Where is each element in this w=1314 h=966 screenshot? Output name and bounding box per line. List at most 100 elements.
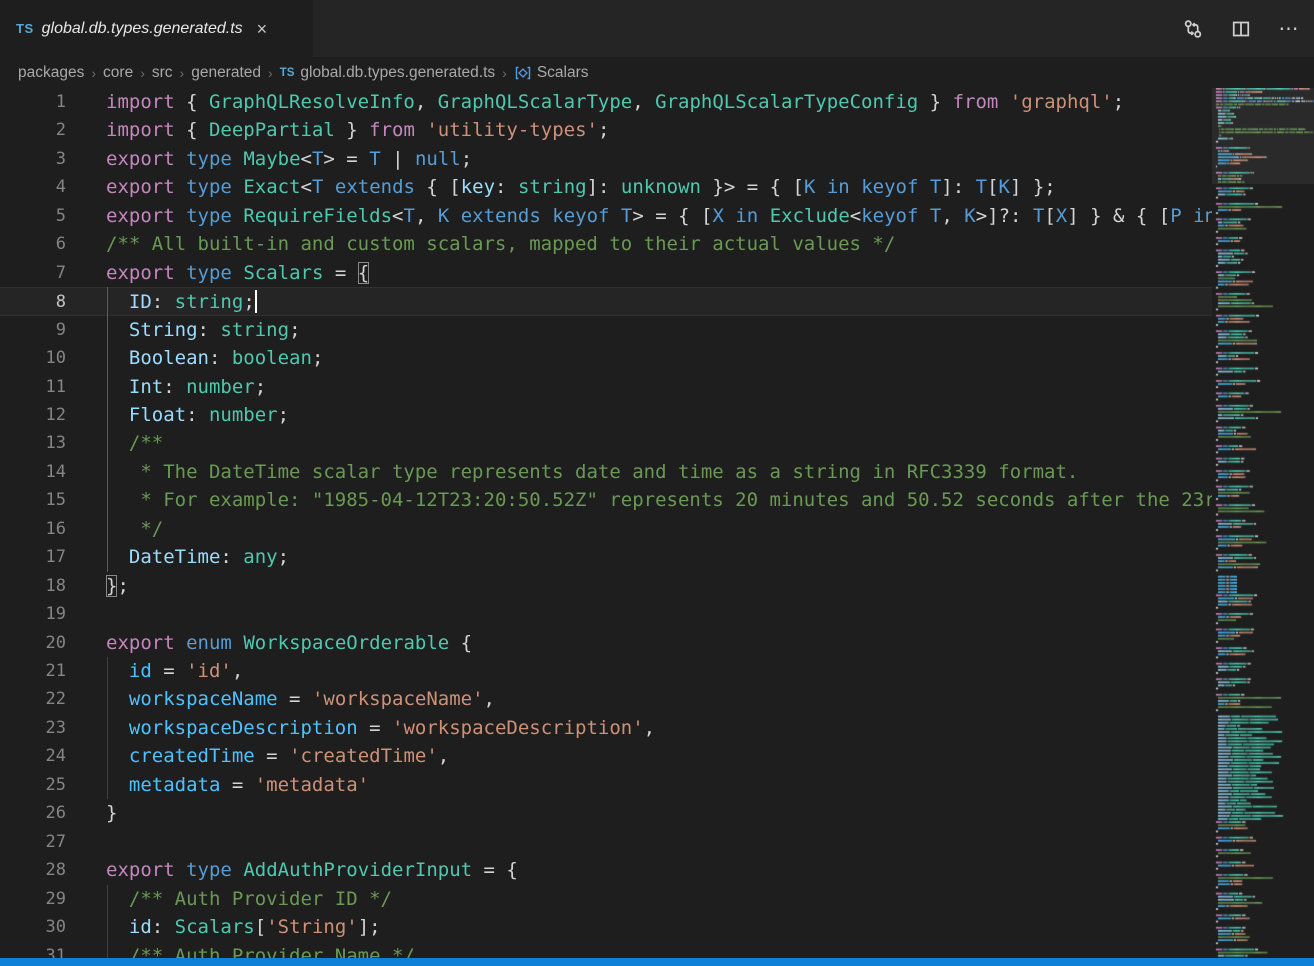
code-line-28[interactable]: 28export type AddAuthProviderInput = {	[0, 856, 1212, 884]
code-token	[323, 176, 334, 198]
breadcrumb-label: Scalars	[537, 64, 589, 82]
line-number[interactable]: 16	[0, 515, 66, 543]
code-token	[232, 632, 243, 654]
status-bar-strip	[0, 958, 1314, 966]
line-number[interactable]: 21	[0, 657, 66, 685]
line-number[interactable]: 25	[0, 771, 66, 799]
code-line-31[interactable]: 31 /** Auth Provider Name */	[0, 942, 1212, 959]
code-token: createdTime	[129, 745, 255, 767]
code-token	[106, 518, 129, 540]
code-line-3[interactable]: 3export type Maybe<T> = T | null;	[0, 145, 1212, 173]
line-number[interactable]: 18	[0, 572, 66, 600]
code-token: ;	[461, 148, 472, 170]
code-line-15[interactable]: 15 * For example: "1985-04-12T23:20:50.5…	[0, 486, 1212, 514]
code-line-25[interactable]: 25 metadata = 'metadata'	[0, 771, 1212, 799]
line-number[interactable]: 26	[0, 799, 66, 827]
code-line-14[interactable]: 14 * The DateTime scalar type represents…	[0, 458, 1212, 486]
open-changes-icon[interactable]	[1182, 18, 1204, 40]
line-number[interactable]: 29	[0, 885, 66, 913]
line-number[interactable]: 24	[0, 742, 66, 770]
line-number[interactable]: 22	[0, 685, 66, 713]
line-number[interactable]: 10	[0, 344, 66, 372]
code-line-7[interactable]: 7 export type Scalars = {	[0, 259, 1212, 287]
code-token: [	[987, 176, 998, 198]
code-editor[interactable]: 1import { GraphQLResolveInfo, GraphQLSca…	[0, 88, 1212, 958]
code-line-4[interactable]: 4export type Exact<T extends { [key: str…	[0, 173, 1212, 201]
line-number[interactable]: 6	[0, 230, 66, 258]
code-line-text: export enum WorkspaceOrderable {	[106, 629, 472, 657]
line-number[interactable]: 12	[0, 401, 66, 429]
line-number[interactable]: 8	[0, 288, 66, 316]
line-number[interactable]: 9	[0, 316, 66, 344]
line-number[interactable]: 28	[0, 856, 66, 884]
line-number[interactable]: 20	[0, 629, 66, 657]
tab-global-db-types-generated[interactable]: TS global.db.types.generated.ts ×	[0, 0, 313, 57]
more-actions-icon[interactable]: ⋯	[1278, 18, 1300, 40]
line-number[interactable]: 15	[0, 486, 66, 514]
code-token: GraphQLScalarTypeConfig	[655, 91, 918, 113]
line-number[interactable]: 23	[0, 714, 66, 742]
line-number[interactable]: 13	[0, 429, 66, 457]
code-line-26[interactable]: 26}	[0, 799, 1212, 827]
code-line-text: export type Scalars = {	[106, 259, 369, 287]
code-line-24[interactable]: 24 createdTime = 'createdTime',	[0, 742, 1212, 770]
line-number[interactable]: 31	[0, 942, 66, 959]
code-line-27[interactable]: 27	[0, 828, 1212, 856]
code-line-5[interactable]: 5export type RequireFields<T, K extends …	[0, 202, 1212, 230]
line-number[interactable]: 2	[0, 116, 66, 144]
line-number[interactable]: 30	[0, 913, 66, 941]
code-token: }	[106, 802, 117, 824]
close-icon[interactable]: ×	[257, 20, 268, 38]
code-line-9[interactable]: 9 String: string;	[0, 316, 1212, 344]
code-token: string	[518, 176, 587, 198]
code-token	[1182, 205, 1193, 227]
breadcrumb-item-src[interactable]: src	[152, 64, 173, 82]
code-line-16[interactable]: 16 */	[0, 515, 1212, 543]
line-number[interactable]: 1	[0, 88, 66, 116]
line-number[interactable]: 4	[0, 173, 66, 201]
code-line-2[interactable]: 2import { DeepPartial } from 'utility-ty…	[0, 116, 1212, 144]
code-line-17[interactable]: 17 DateTime: any;	[0, 543, 1212, 571]
breadcrumb-item-global-db-types-generated-ts[interactable]: TSglobal.db.types.generated.ts	[280, 64, 495, 82]
code-token: export	[106, 176, 175, 198]
line-number[interactable]: 3	[0, 145, 66, 173]
code-line-13[interactable]: 13 /**	[0, 429, 1212, 457]
breadcrumb-item-scalars[interactable]: Scalars	[514, 64, 589, 82]
code-line-19[interactable]: 19	[0, 600, 1212, 628]
code-line-21[interactable]: 21 id = 'id',	[0, 657, 1212, 685]
code-line-29[interactable]: 29 /** Auth Provider ID */	[0, 885, 1212, 913]
code-token: 'String'	[266, 916, 358, 938]
minimap[interactable]	[1212, 88, 1314, 958]
line-number[interactable]: 14	[0, 458, 66, 486]
code-line-23[interactable]: 23 workspaceDescription = 'workspaceDesc…	[0, 714, 1212, 742]
code-line-11[interactable]: 11 Int: number;	[0, 373, 1212, 401]
line-number[interactable]: 27	[0, 828, 66, 856]
line-number[interactable]: 11	[0, 373, 66, 401]
code-line-6[interactable]: 6/** All built-in and custom scalars, ma…	[0, 230, 1212, 258]
line-number[interactable]: 7	[0, 259, 66, 287]
code-line-20[interactable]: 20 export enum WorkspaceOrderable {	[0, 629, 1212, 657]
code-token: extends	[335, 176, 415, 198]
line-number[interactable]: 5	[0, 202, 66, 230]
code-line-10[interactable]: 10 Boolean: boolean;	[0, 344, 1212, 372]
breadcrumb-item-core[interactable]: core	[103, 64, 133, 82]
code-line-8[interactable]: 8 ID: string;	[0, 287, 1212, 315]
minimap-slider[interactable]	[1212, 88, 1314, 184]
code-line-18[interactable]: 18};	[0, 572, 1212, 600]
code-line-12[interactable]: 12 Float: number;	[0, 401, 1212, 429]
code-token	[232, 859, 243, 881]
code-line-1[interactable]: 1import { GraphQLResolveInfo, GraphQLSca…	[0, 88, 1212, 116]
code-token: metadata	[129, 774, 221, 796]
code-token: >]?:	[976, 205, 1033, 227]
split-editor-icon[interactable]	[1230, 18, 1252, 40]
code-token: <	[301, 148, 312, 170]
code-token	[232, 205, 243, 227]
code-line-22[interactable]: 22 workspaceName = 'workspaceName',	[0, 685, 1212, 713]
line-number[interactable]: 19	[0, 600, 66, 628]
breadcrumb-item-packages[interactable]: packages	[18, 64, 84, 82]
code-line-30[interactable]: 30 id: Scalars['String'];	[0, 913, 1212, 941]
code-line-text: ID: string;	[106, 288, 257, 316]
line-number[interactable]: 17	[0, 543, 66, 571]
breadcrumb-item-generated[interactable]: generated	[191, 64, 261, 82]
code-token	[175, 859, 186, 881]
